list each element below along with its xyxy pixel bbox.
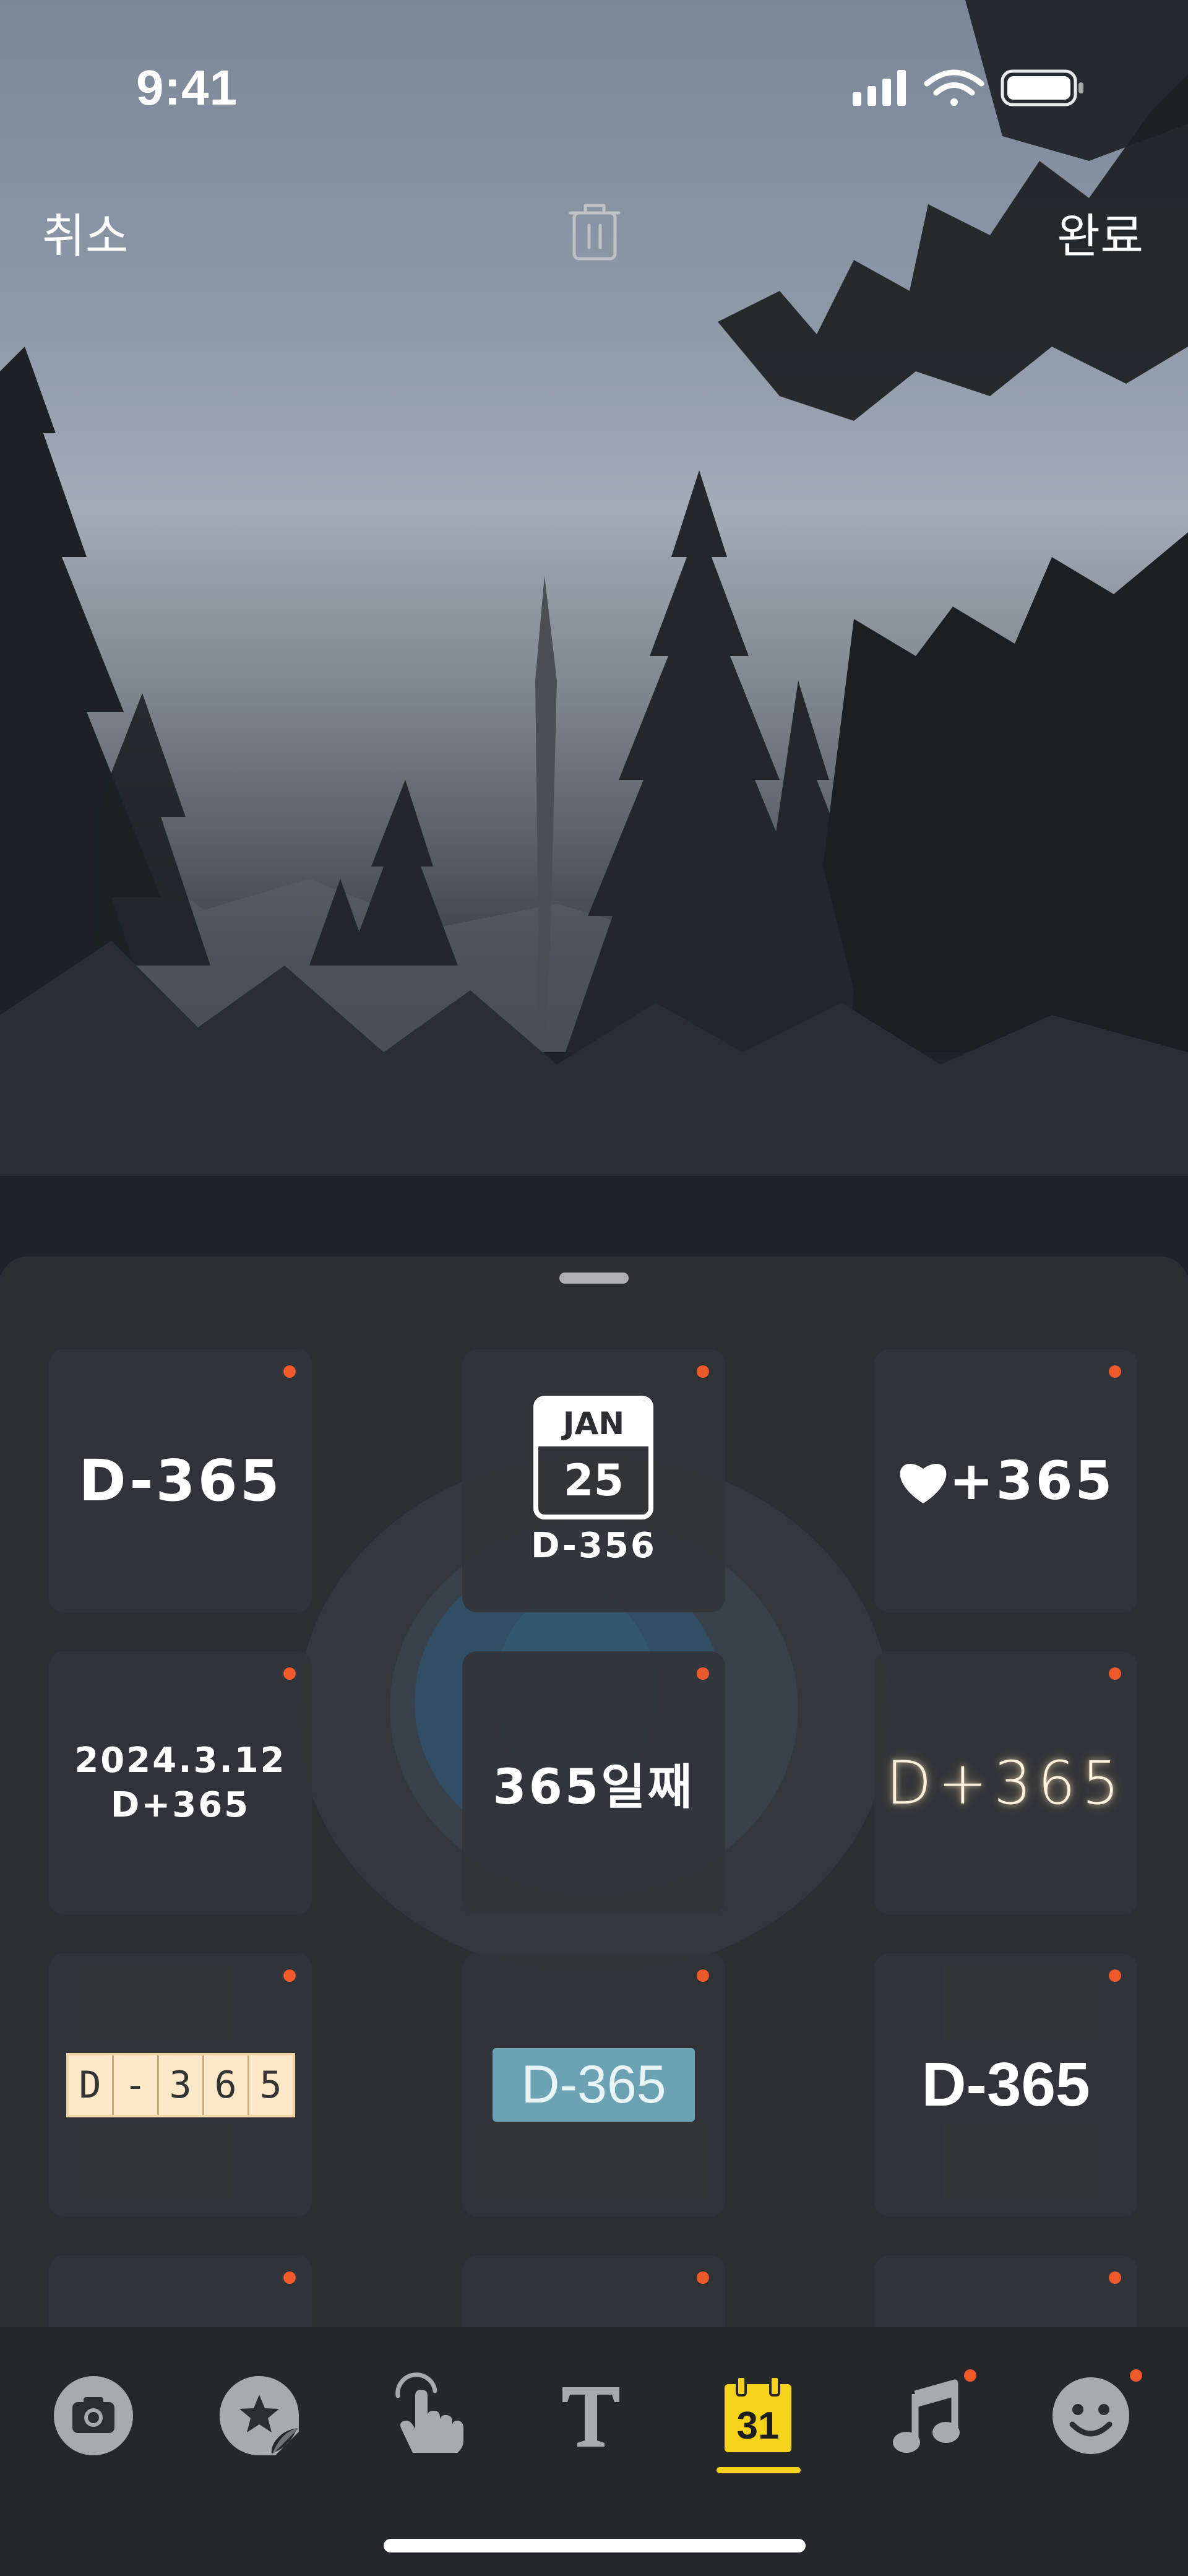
new-badge [697, 1365, 709, 1378]
sticker-dday-badge[interactable]: D-365 [462, 1953, 725, 2216]
new-badge [1109, 1667, 1121, 1680]
ruled-char: D [69, 2055, 114, 2115]
tab-music[interactable] [879, 2369, 976, 2462]
sticker-text: D+365 [110, 1784, 251, 1825]
new-badge [283, 2271, 296, 2284]
ruled-char: 5 [259, 2063, 282, 2107]
active-tab-indicator [717, 2467, 801, 2473]
tool-tab-bar: 31 [0, 2327, 1188, 2576]
new-badge [1109, 1365, 1121, 1378]
sticker-date: 2024.3.12 [74, 1740, 286, 1781]
sticker-dday-ruled[interactable]: D - 3 6 5 [49, 1953, 312, 2216]
signal-icon [853, 70, 906, 106]
text-icon [562, 2387, 619, 2447]
sticker-partial[interactable] [874, 2255, 1137, 2327]
sticker-dday-korean[interactable]: 365일째 [462, 1651, 725, 1914]
sheet-grabber[interactable] [559, 1273, 629, 1284]
battery-icon [1001, 69, 1083, 106]
calendar-day: 25 [563, 1455, 624, 1506]
cancel-button[interactable]: 취소 [42, 198, 129, 266]
new-badge [964, 2369, 976, 2382]
smiley-icon [1052, 2377, 1129, 2454]
sticker-text: 365일째 [493, 1759, 695, 1815]
sticker-partial[interactable] [49, 2255, 312, 2327]
tab-touch[interactable] [379, 2369, 471, 2462]
calendar-month: JAN [538, 1401, 649, 1446]
sticker-text: D-365 [921, 2050, 1090, 2119]
music-note-icon [893, 2379, 960, 2453]
new-badge [697, 1667, 709, 1680]
heart-icon [900, 1463, 947, 1503]
dday-sticker-sheet: D-365 JAN 25 D-356 +365 2024.3.12 D+365 … [0, 1256, 1188, 2327]
tab-sticker[interactable] [213, 2369, 306, 2462]
new-badge [1109, 2271, 1121, 2284]
new-badge [283, 1667, 296, 1680]
calendar-date-label: 31 [736, 2404, 780, 2447]
ruled-char: 3 [159, 2055, 204, 2115]
new-badge [1109, 1969, 1121, 1982]
tab-emoji[interactable] [1044, 2369, 1142, 2462]
sticker-dday-bold[interactable]: D-365 [874, 1953, 1137, 2216]
ruled-paper-label: D - 3 6 5 [66, 2052, 295, 2117]
sticker-text: D+365 [885, 1748, 1126, 1818]
sticker-text: D-365 [493, 2048, 695, 2122]
new-badge [697, 2271, 709, 2284]
star-sticker-icon [220, 2376, 299, 2455]
calendar-icon: JAN 25 [533, 1396, 654, 1519]
sticker-partial[interactable] [462, 2255, 725, 2327]
new-badge [697, 1969, 709, 1982]
trash-icon[interactable] [567, 199, 622, 261]
tab-dday[interactable]: 31 [712, 2369, 804, 2462]
sticker-text: D-356 [531, 1526, 656, 1566]
sticker-text: +365 [949, 1450, 1115, 1512]
status-time: 9:41 [136, 60, 238, 115]
ruled-char: 6 [204, 2055, 249, 2115]
wifi-icon [924, 69, 984, 106]
calendar-icon: 31 [725, 2375, 791, 2452]
tab-text[interactable] [544, 2369, 637, 2462]
new-badge [283, 1365, 296, 1378]
ruled-char: - [114, 2055, 159, 2115]
sticker-dday-heart[interactable]: +365 [874, 1349, 1137, 1612]
done-button[interactable]: 완료 [1057, 198, 1143, 266]
sticker-dday-calendar[interactable]: JAN 25 D-356 [462, 1349, 725, 1612]
new-badge [283, 1969, 296, 1982]
sticker-dday-plain[interactable]: D-365 [49, 1349, 312, 1612]
sticker-text: D-365 [79, 1448, 282, 1514]
new-badge [1130, 2369, 1142, 2382]
home-indicator [384, 2539, 806, 2552]
camera-icon [54, 2376, 133, 2455]
tab-camera[interactable] [47, 2369, 140, 2462]
hand-pointer-icon [395, 2372, 463, 2453]
status-icons [853, 69, 1083, 106]
background-photo [0, 0, 1188, 1275]
sticker-dday-glow[interactable]: D+365 [874, 1651, 1137, 1914]
sticker-dday-date[interactable]: 2024.3.12 D+365 [49, 1651, 312, 1914]
